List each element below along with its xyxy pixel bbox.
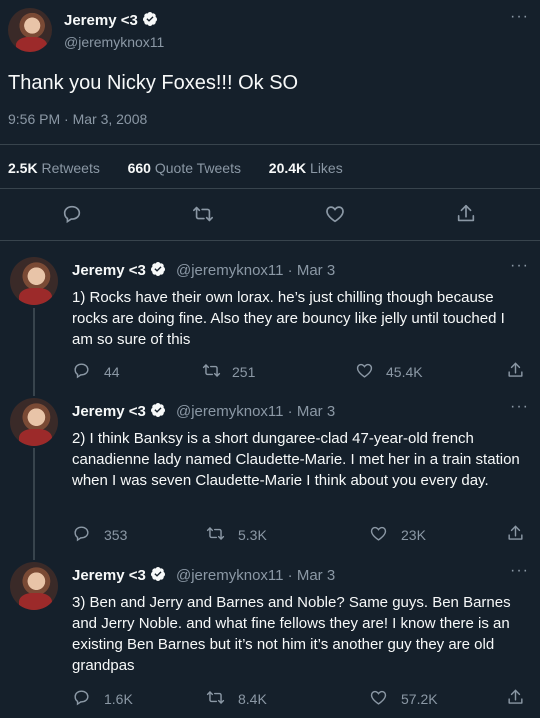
reply-icon[interactable]	[72, 688, 91, 707]
handle[interactable]: @jeremyknox11	[176, 567, 284, 584]
timestamp[interactable]: 9:56 PM · Mar 3, 2008	[8, 111, 147, 127]
share-icon[interactable]	[506, 361, 525, 380]
likes-stat[interactable]: 20.4K Likes	[269, 160, 343, 176]
handle[interactable]: @jeremyknox11	[64, 34, 164, 50]
reply-text: 3) Ben and Jerry and Barnes and Noble? S…	[72, 594, 511, 674]
verified-badge-icon	[142, 11, 158, 27]
reply-icon[interactable]	[72, 361, 91, 380]
heart-icon[interactable]	[369, 524, 388, 543]
reply-count: 44	[104, 364, 120, 380]
heart-icon[interactable]	[324, 203, 346, 225]
more-icon[interactable]: ···	[510, 257, 529, 275]
heart-icon[interactable]	[355, 361, 374, 380]
retweets-count: 2.5K	[8, 160, 38, 176]
like-count: 57.2K	[401, 691, 438, 707]
tweet-text: Thank you Nicky Foxes!!! Ok SO	[8, 72, 299, 94]
retweet-icon[interactable]	[202, 361, 221, 380]
quotes-stat[interactable]: 660 Quote Tweets	[128, 160, 241, 176]
likes-count: 20.4K	[268, 160, 307, 176]
avatar[interactable]	[8, 8, 52, 52]
avatar[interactable]	[10, 562, 58, 610]
retweet-count: 5.3K	[238, 527, 267, 543]
display-name[interactable]: Jeremy <3	[64, 12, 138, 29]
reply-icon[interactable]	[72, 524, 91, 543]
like-count: 45.4K	[386, 364, 423, 380]
heart-icon[interactable]	[369, 688, 388, 707]
reply-date[interactable]: · Mar 3	[288, 403, 336, 420]
share-icon[interactable]	[506, 688, 525, 707]
reply-text: 1) Rocks have their own lorax. he’s just…	[72, 289, 505, 348]
reply-date[interactable]: · Mar 3	[288, 262, 336, 279]
divider	[0, 188, 540, 189]
retweet-icon[interactable]	[206, 688, 225, 707]
handle[interactable]: @jeremyknox11	[176, 262, 284, 279]
verified-badge-icon	[150, 261, 166, 277]
reply-icon[interactable]	[61, 203, 83, 225]
reply-count: 353	[104, 527, 128, 543]
avatar[interactable]	[10, 398, 58, 446]
quotes-label: Quote Tweets	[154, 160, 241, 176]
reply-date[interactable]: · Mar 3	[288, 567, 336, 584]
verified-badge-icon	[150, 402, 166, 418]
more-icon[interactable]: ···	[510, 398, 529, 416]
verified-badge-icon	[150, 566, 166, 582]
retweet-count: 251	[232, 364, 256, 380]
retweet-count: 8.4K	[238, 691, 267, 707]
divider	[0, 240, 540, 241]
retweet-icon[interactable]	[206, 524, 225, 543]
share-icon[interactable]	[506, 524, 525, 543]
like-count: 23K	[401, 527, 426, 543]
quotes-count: 660	[127, 160, 151, 176]
divider	[0, 144, 540, 145]
reply-count: 1.6K	[104, 691, 133, 707]
retweet-icon[interactable]	[192, 203, 214, 225]
tweet-stats: 2.5K Retweets 660 Quote Tweets 20.4K Lik…	[8, 160, 343, 176]
avatar[interactable]	[10, 257, 58, 305]
reply-text: 2) I think Banksy is a short dungaree-cl…	[72, 430, 520, 489]
more-icon[interactable]: ···	[510, 562, 529, 580]
display-name[interactable]: Jeremy <3	[72, 262, 146, 279]
thread-line	[33, 308, 35, 396]
share-icon[interactable]	[455, 203, 477, 225]
display-name[interactable]: Jeremy <3	[72, 567, 146, 584]
retweets-stat[interactable]: 2.5K Retweets	[8, 160, 100, 176]
handle[interactable]: @jeremyknox11	[176, 403, 284, 420]
likes-label: Likes	[310, 160, 343, 176]
thread-line	[33, 448, 35, 560]
retweets-label: Retweets	[41, 160, 100, 176]
display-name[interactable]: Jeremy <3	[72, 403, 146, 420]
more-icon[interactable]: ···	[510, 8, 529, 26]
